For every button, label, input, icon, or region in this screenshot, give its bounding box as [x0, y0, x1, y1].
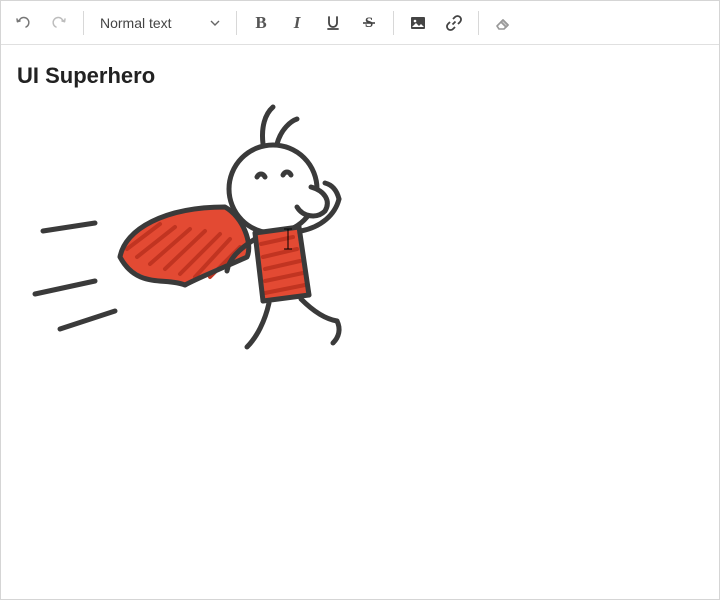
page-title[interactable]: UI Superhero [17, 63, 705, 89]
insert-link-button[interactable] [436, 5, 472, 41]
toolbar: Normal text B I S [1, 1, 719, 45]
toolbar-separator [393, 11, 394, 35]
underline-icon [324, 14, 342, 32]
text-style-label: Normal text [100, 15, 172, 31]
chevron-down-icon [210, 18, 220, 28]
toolbar-separator [83, 11, 84, 35]
toolbar-separator [236, 11, 237, 35]
eraser-icon [494, 14, 512, 32]
strikethrough-icon: S [360, 14, 378, 32]
image-icon [409, 14, 427, 32]
editor-container: Normal text B I S [0, 0, 720, 600]
insert-image-button[interactable] [400, 5, 436, 41]
link-icon [445, 14, 463, 32]
inline-image[interactable] [25, 99, 705, 369]
undo-icon [15, 15, 31, 31]
bold-button[interactable]: B [243, 5, 279, 41]
undo-button[interactable] [5, 5, 41, 41]
redo-icon [51, 15, 67, 31]
underline-button[interactable] [315, 5, 351, 41]
redo-button[interactable] [41, 5, 77, 41]
editor-content[interactable]: UI Superhero [1, 45, 719, 599]
clear-formatting-button[interactable] [485, 5, 521, 41]
strikethrough-button[interactable]: S [351, 5, 387, 41]
italic-button[interactable]: I [279, 5, 315, 41]
toolbar-separator [478, 11, 479, 35]
text-style-select[interactable]: Normal text [90, 7, 230, 39]
bold-icon: B [255, 13, 266, 33]
italic-icon: I [294, 13, 301, 33]
